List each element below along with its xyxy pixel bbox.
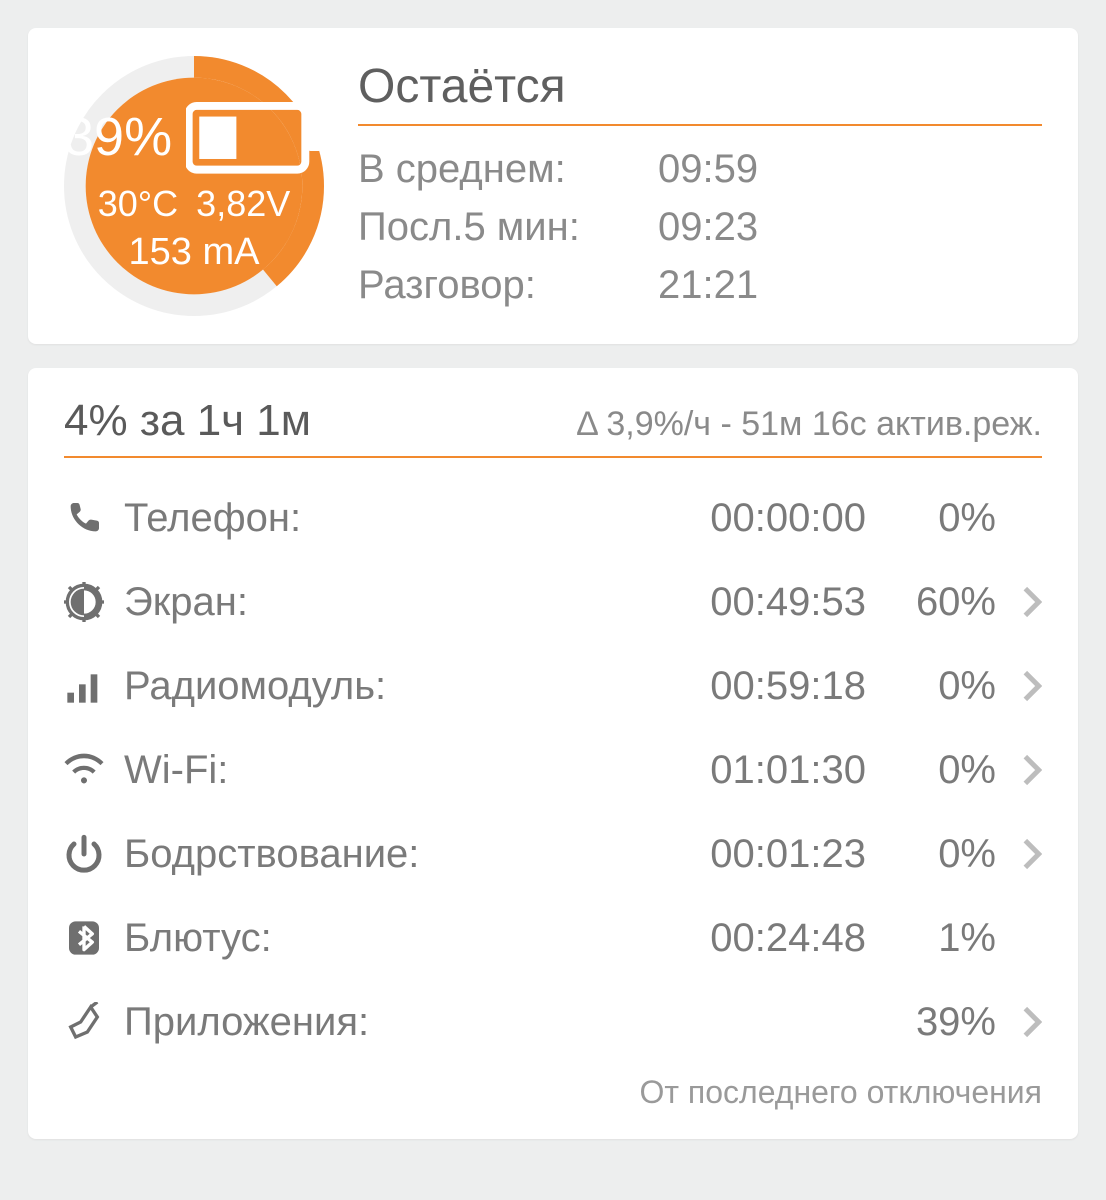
remaining-avg-row: В среднем: 09:59 [358,140,1042,198]
usage-row-wifi[interactable]: Wi-Fi: 01:01:30 0% [64,728,1042,812]
usage-phone-duration: 00:00:00 [646,496,866,541]
gauge-text: 39% 30°C 3,82V 153 mA [64,56,324,316]
remaining-last5-label: Посл.5 мин: [358,198,658,256]
usage-row-radio[interactable]: Радиомодуль: 00:59:18 0% [64,644,1042,728]
usage-wifi-percent: 0% [866,748,996,793]
usage-row-apps[interactable]: Приложения: 39% [64,980,1042,1064]
usage-screen-duration: 00:49:53 [646,580,866,625]
usage-apps-percent: 39% [866,1000,996,1045]
remaining-talk-value: 21:21 [658,256,758,314]
wifi-icon [64,750,124,790]
remaining-talk-row: Разговор: 21:21 [358,256,1042,314]
usage-row-screen[interactable]: Экран: 00:49:53 60% [64,560,1042,644]
battery-percent: 39% [64,106,172,168]
usage-header-right: Δ 3,9%/ч - 51м 16с актив.реж. [576,405,1042,444]
usage-row-bluetooth: Блютус: 00:24:48 1% [64,896,1042,980]
usage-wifi-label: Wi-Fi: [124,748,646,793]
usage-radio-percent: 0% [866,664,996,709]
usage-radio-duration: 00:59:18 [646,664,866,709]
usage-row-phone: Телефон: 00:00:00 0% [64,476,1042,560]
usage-bluetooth-label: Блютус: [124,916,646,961]
usage-apps-label: Приложения: [124,1000,646,1045]
usage-bluetooth-percent: 1% [866,916,996,961]
battery-summary-card: 39% 30°C 3,82V 153 mA Остаётся В среднем… [28,28,1078,344]
usage-card: 4% за 1ч 1м Δ 3,9%/ч - 51м 16с актив.реж… [28,368,1078,1139]
chevron-right-icon [996,585,1042,619]
usage-radio-label: Радиомодуль: [124,664,646,709]
power-icon [64,834,124,874]
chevron-right-icon [996,1005,1042,1039]
battery-current: 153 mA [129,231,260,274]
battery-voltage: 3,82V [196,183,290,225]
usage-footer-note: От последнего отключения [64,1074,1042,1111]
usage-screen-label: Экран: [124,580,646,625]
usage-awake-duration: 00:01:23 [646,832,866,877]
usage-phone-percent: 0% [866,496,996,541]
remaining-avg-value: 09:59 [658,140,758,198]
remaining-section: Остаётся В среднем: 09:59 Посл.5 мин: 09… [358,59,1042,314]
brightness-icon [64,582,124,622]
usage-bluetooth-duration: 00:24:48 [646,916,866,961]
usage-awake-label: Бодрствование: [124,832,646,877]
usage-header-left: 4% за 1ч 1м [64,396,311,446]
remaining-avg-label: В среднем: [358,140,658,198]
usage-phone-label: Телефон: [124,496,646,541]
remaining-talk-label: Разговор: [358,256,658,314]
usage-header: 4% за 1ч 1м Δ 3,9%/ч - 51м 16с актив.реж… [64,396,1042,458]
remaining-last5-row: Посл.5 мин: 09:23 [358,198,1042,256]
remaining-title: Остаётся [358,59,1042,126]
usage-row-awake[interactable]: Бодрствование: 00:01:23 0% [64,812,1042,896]
broom-icon [64,1002,124,1042]
remaining-last5-value: 09:23 [658,198,758,256]
usage-screen-percent: 60% [866,580,996,625]
chevron-right-icon [996,753,1042,787]
usage-awake-percent: 0% [866,832,996,877]
chevron-right-icon [996,837,1042,871]
battery-gauge[interactable]: 39% 30°C 3,82V 153 mA [64,56,324,316]
battery-icon [186,98,324,178]
usage-wifi-duration: 01:01:30 [646,748,866,793]
bluetooth-icon [64,918,124,958]
phone-icon [64,498,124,538]
chevron-right-icon [996,669,1042,703]
signal-icon [64,666,124,706]
battery-temperature: 30°C [98,183,178,225]
